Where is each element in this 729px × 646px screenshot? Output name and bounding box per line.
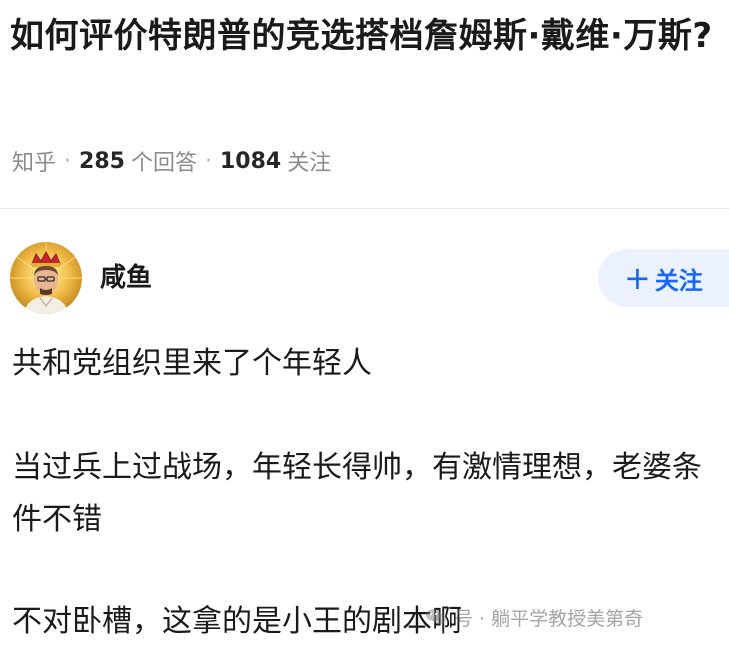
author-name[interactable]: 咸鱼	[100, 258, 152, 298]
source-label: 知乎	[12, 151, 57, 176]
watermark-text: 号 · 躺平学教授美第奇	[454, 607, 644, 630]
answer-paragraph: 当过兵上过战场，年轻长得帅，有激情理想，老婆条件不错	[12, 450, 702, 537]
watermark: 号 · 躺平学教授美第奇	[424, 602, 643, 632]
section-divider	[0, 208, 729, 209]
follow-button-label: 关注	[654, 266, 703, 295]
plus-icon: +	[624, 259, 651, 297]
author-avatar[interactable]	[10, 242, 82, 314]
avatar-icon	[10, 242, 82, 314]
meta-separator: ·	[204, 148, 212, 174]
question-meta: 知乎 · 285 个回答 · 1084 关注	[12, 144, 331, 178]
follow-button[interactable]: + 关注	[598, 249, 729, 307]
followers-count: 1084	[219, 148, 282, 174]
answers-label: 个回答	[130, 151, 197, 176]
answer-page: 如何评价特朗普的竞选搭档詹姆斯·戴维·万斯? 知乎 · 285 个回答 · 10…	[0, 0, 729, 646]
answer-paragraph: 共和党组织里来了个年轻人	[12, 346, 372, 381]
wechat-icon	[426, 609, 446, 625]
meta-separator: ·	[64, 148, 72, 174]
question-title[interactable]: 如何评价特朗普的竞选搭档詹姆斯·戴维·万斯?	[10, 6, 722, 66]
answers-count: 285	[79, 148, 125, 174]
followers-label: 关注	[287, 151, 332, 176]
